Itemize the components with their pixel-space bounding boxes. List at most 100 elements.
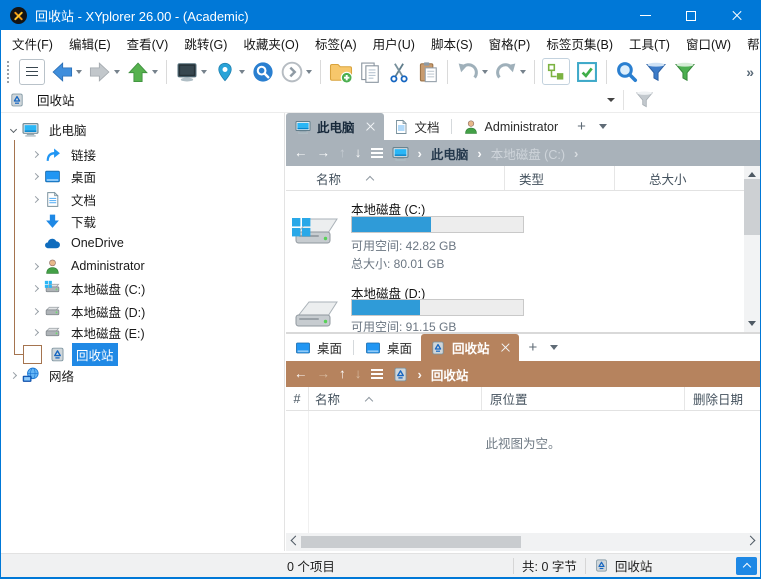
crumb-down-button[interactable]: ↓	[355, 367, 362, 381]
copy-button[interactable]	[356, 58, 383, 85]
expand-icon[interactable]	[5, 367, 21, 383]
menu-panes[interactable]: 窗格(P)	[481, 30, 539, 56]
expand-icon[interactable]	[27, 191, 43, 207]
menu-file[interactable]: 文件(F)	[4, 30, 61, 56]
expand-icon[interactable]	[27, 280, 43, 296]
crumb-menu-button[interactable]	[371, 148, 383, 158]
new-folder-button[interactable]	[327, 58, 354, 85]
scrollbar-thumb[interactable]	[744, 179, 760, 235]
expand-icon[interactable]	[27, 324, 43, 340]
expand-icon[interactable]	[27, 146, 43, 162]
go-to-last-button[interactable]	[278, 58, 305, 85]
column-header-total-size[interactable]: 总大小	[614, 166, 744, 190]
up-button[interactable]	[124, 58, 151, 85]
new-tab-button[interactable]: +	[577, 118, 586, 135]
scroll-left-icon[interactable]	[291, 536, 301, 546]
tree-item-network[interactable]: 网络	[1, 364, 284, 386]
recycle-bin-icon[interactable]	[392, 366, 409, 383]
scroll-right-icon[interactable]	[746, 536, 756, 546]
menu-help[interactable]: 帮助(H)	[739, 30, 761, 56]
back-dropdown[interactable]	[76, 70, 82, 74]
tab-close-icon[interactable]	[366, 122, 375, 131]
tree-item-drive-d[interactable]: 本地磁盘 (D:)	[1, 300, 284, 322]
tab-recycle-bin[interactable]: 回收站	[421, 334, 519, 361]
toggle-checkboxes-button[interactable]	[573, 58, 600, 85]
column-header-number[interactable]: #	[286, 387, 308, 410]
computer-icon[interactable]	[392, 145, 409, 162]
scrollbar-thumb[interactable]	[301, 536, 521, 548]
tree-item-desktop[interactable]: 桌面	[1, 165, 284, 187]
tab-administrator[interactable]: Administrator	[454, 113, 568, 140]
tree-item-this-pc[interactable]: 此电脑	[1, 118, 284, 140]
back-button[interactable]	[48, 58, 75, 85]
status-up-button[interactable]	[736, 557, 757, 575]
show-desktop-button[interactable]	[173, 58, 200, 85]
toolbar-grip[interactable]	[7, 61, 10, 83]
cut-button[interactable]	[385, 58, 412, 85]
go-to-location-button[interactable]	[211, 58, 238, 85]
maximize-button[interactable]	[668, 1, 714, 30]
menu-favorites[interactable]: 收藏夹(O)	[235, 30, 307, 56]
paste-button[interactable]	[414, 58, 441, 85]
up-dropdown[interactable]	[152, 70, 158, 74]
expand-icon[interactable]	[27, 258, 43, 274]
menu-go[interactable]: 跳转(G)	[176, 30, 235, 56]
minimize-button[interactable]	[622, 1, 668, 30]
crumb-forward-button[interactable]: →	[317, 146, 331, 160]
crumb-up-button[interactable]: ↑	[339, 146, 346, 160]
zoom-button[interactable]	[249, 58, 276, 85]
tab-desktop-1[interactable]: 桌面	[286, 334, 351, 361]
horizontal-scrollbar[interactable]	[286, 533, 760, 551]
main-menu-button[interactable]	[19, 59, 45, 85]
forward-dropdown[interactable]	[114, 70, 120, 74]
search-button[interactable]	[613, 58, 640, 85]
menu-edit[interactable]: 编辑(E)	[61, 30, 119, 56]
tab-desktop-2[interactable]: 桌面	[356, 334, 421, 361]
address-dropdown-icon[interactable]	[607, 98, 615, 102]
toolbar-overflow-button[interactable]: »	[746, 64, 754, 80]
tree-item-downloads[interactable]: 下载	[1, 210, 284, 232]
menu-window[interactable]: 窗口(W)	[678, 30, 739, 56]
tab-close-icon[interactable]	[501, 343, 510, 352]
menu-view[interactable]: 查看(V)	[119, 30, 177, 56]
scroll-up-icon[interactable]	[748, 172, 756, 177]
column-header-original-location[interactable]: 原位置	[481, 387, 684, 410]
tree-item-recycle-bin[interactable]: 回收站	[1, 343, 284, 365]
column-header-name[interactable]: 名称	[286, 166, 504, 190]
crumb-down-button[interactable]: ↓	[355, 146, 362, 160]
tree-item-drive-c[interactable]: 本地磁盘 (C:)	[1, 277, 284, 299]
tree-item-documents[interactable]: 文档	[1, 188, 284, 210]
tree-item-drive-e[interactable]: 本地磁盘 (E:)	[1, 321, 284, 343]
address-input[interactable]: 回收站	[1, 87, 621, 112]
redo-dropdown[interactable]	[520, 70, 526, 74]
scroll-down-icon[interactable]	[748, 321, 756, 326]
show-desktop-dropdown[interactable]	[201, 70, 207, 74]
go-to-last-dropdown[interactable]	[306, 70, 312, 74]
crumb-up-button[interactable]: ↑	[339, 367, 346, 381]
forward-button[interactable]	[86, 58, 113, 85]
new-tab-button[interactable]: +	[529, 339, 538, 356]
column-header-delete-date[interactable]: 删除日期	[684, 387, 760, 410]
tab-documents[interactable]: 文档	[384, 113, 449, 140]
column-header-name[interactable]: 名称	[308, 387, 481, 410]
menu-scripting[interactable]: 脚本(S)	[423, 30, 481, 56]
visual-filter-button[interactable]	[671, 58, 698, 85]
close-button[interactable]	[714, 1, 760, 30]
crumb-back-button[interactable]: ←	[294, 367, 308, 381]
collapse-icon[interactable]	[5, 121, 21, 137]
crumb-menu-button[interactable]	[371, 369, 383, 379]
vertical-scrollbar[interactable]	[744, 166, 760, 332]
tree-item-links[interactable]: 链接	[1, 143, 284, 165]
redo-button[interactable]	[492, 58, 519, 85]
breadcrumb-segment[interactable]: 回收站	[431, 365, 469, 384]
crumb-back-button[interactable]: ←	[294, 146, 308, 160]
go-to-location-dropdown[interactable]	[239, 70, 245, 74]
expand-icon[interactable]	[27, 303, 43, 319]
address-filter-button[interactable]	[631, 86, 658, 113]
column-header-type[interactable]: 类型	[504, 166, 614, 190]
breadcrumb-segment[interactable]: 本地磁盘 (C:)	[491, 144, 565, 163]
menu-tags[interactable]: 标签(A)	[307, 30, 365, 56]
tree-item-onedrive[interactable]: OneDrive	[1, 232, 284, 254]
crumb-forward-button[interactable]: →	[317, 367, 331, 381]
tab-list-dropdown[interactable]	[599, 124, 607, 129]
